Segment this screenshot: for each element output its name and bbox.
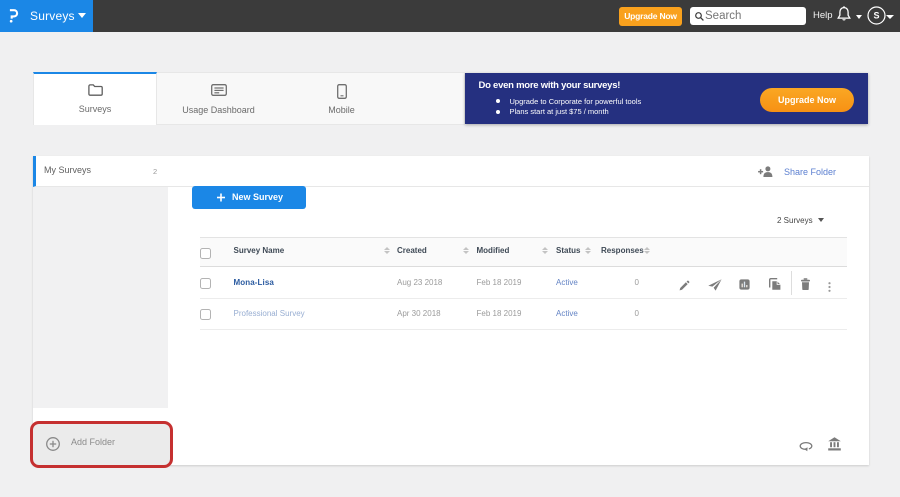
svg-text:S: S — [873, 11, 879, 21]
